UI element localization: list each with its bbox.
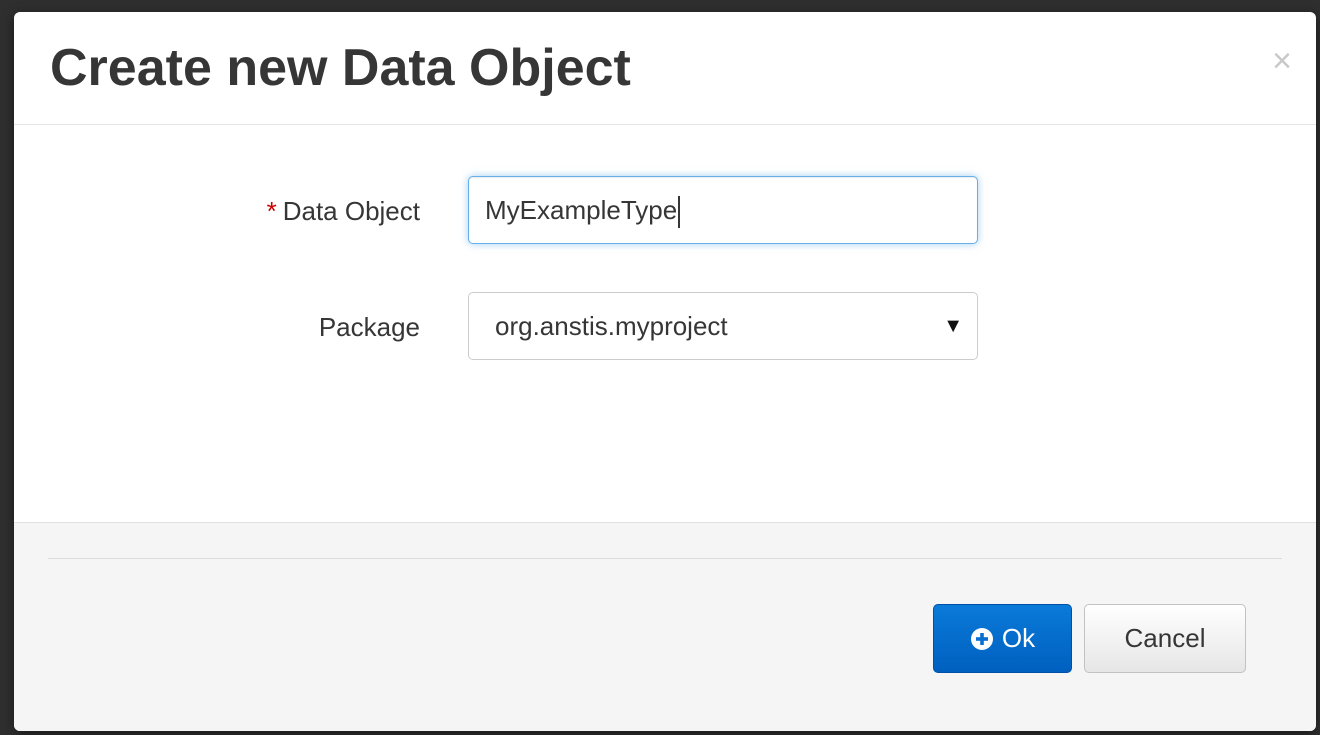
cancel-button[interactable]: Cancel <box>1084 604 1246 673</box>
dialog-header: Create new Data Object × <box>14 12 1316 125</box>
cancel-label: Cancel <box>1124 623 1206 653</box>
plus-circle-icon <box>970 627 993 650</box>
package-selected-value: org.anstis.myproject <box>495 311 728 341</box>
close-icon[interactable]: × <box>1272 44 1292 78</box>
create-data-object-dialog: Create new Data Object × * Data Object My… <box>14 12 1316 731</box>
data-object-label: * Data Object <box>267 176 420 246</box>
dialog-footer: Ok Cancel <box>14 522 1316 731</box>
footer-divider <box>48 558 1282 559</box>
package-row: Package org.anstis.myproject ▼ <box>14 292 1316 362</box>
dialog-body: * Data Object MyExampleType Package org.a… <box>14 126 1316 522</box>
dropdown-arrow-icon: ▼ <box>943 315 963 337</box>
ok-label: Ok <box>1001 623 1036 653</box>
data-object-input[interactable] <box>468 176 978 244</box>
ok-button[interactable]: Ok <box>933 604 1072 673</box>
dialog-title: Create new Data Object <box>50 39 631 97</box>
package-select[interactable]: org.anstis.myproject ▼ <box>468 292 978 360</box>
required-marker: * <box>266 196 277 226</box>
data-object-row: * Data Object MyExampleType <box>14 176 1316 246</box>
package-label: Package <box>318 312 420 342</box>
data-object-label-text: Data Object <box>282 196 420 226</box>
